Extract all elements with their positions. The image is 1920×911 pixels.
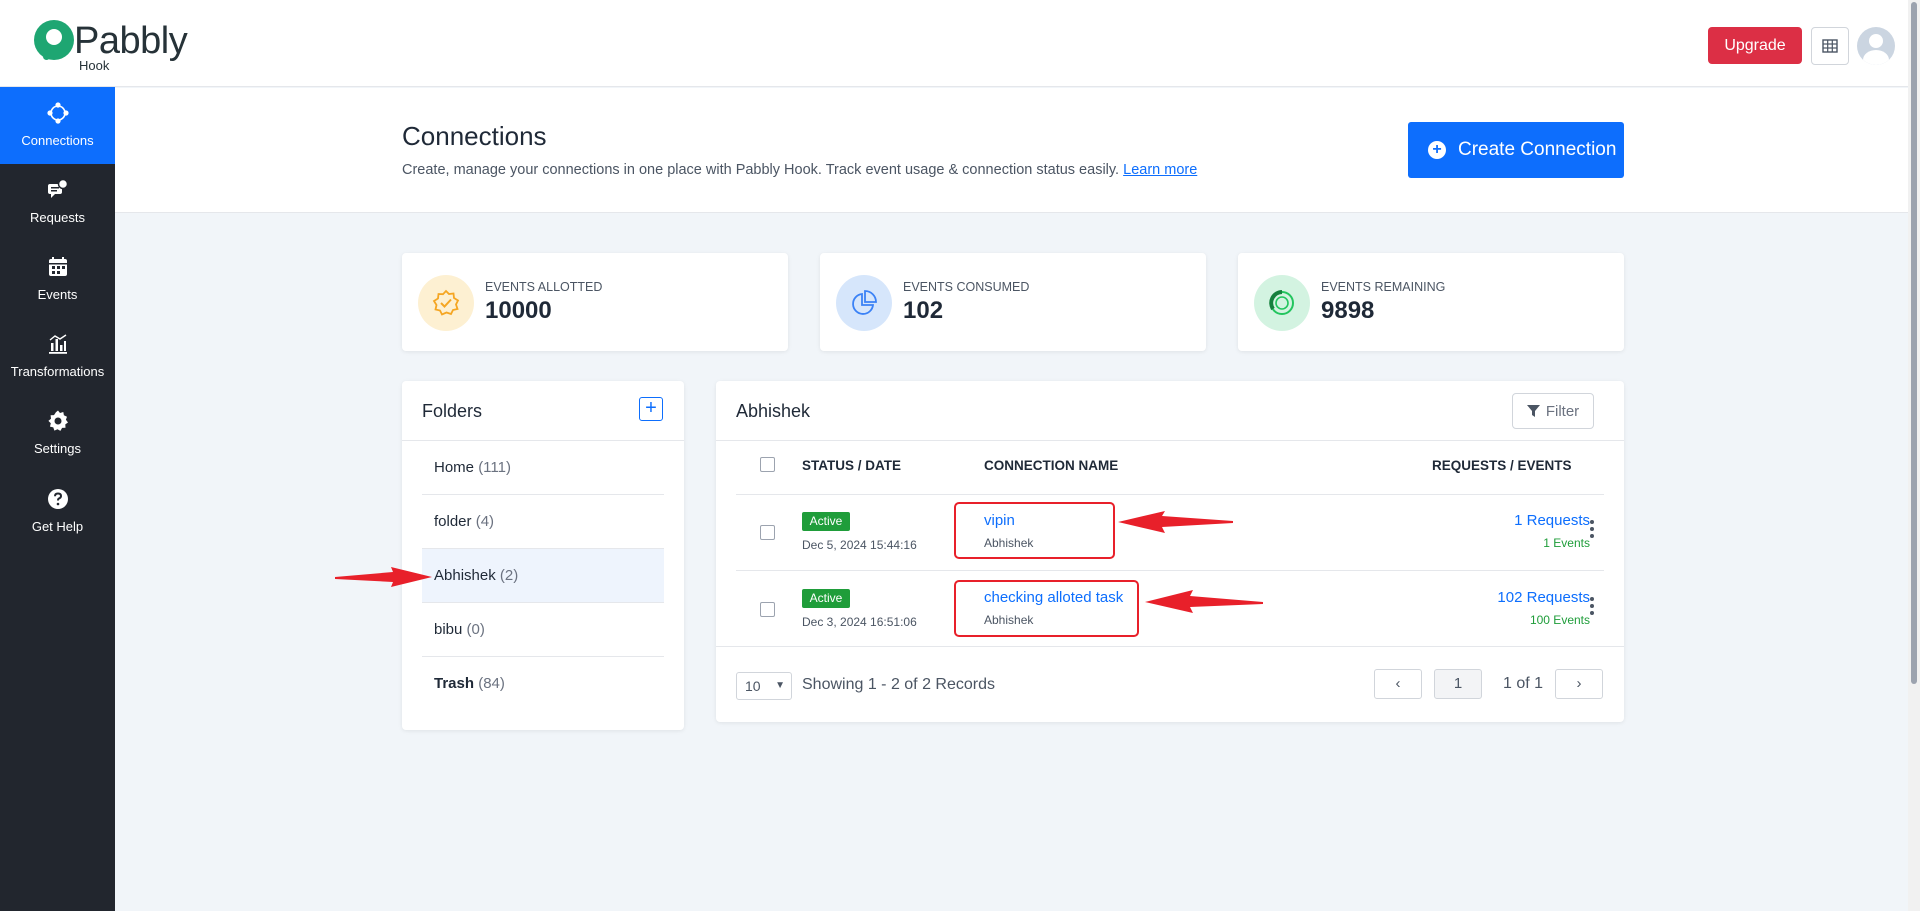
arrow-icon [1145,590,1263,613]
page-scrollbar[interactable] [1908,0,1920,911]
annotation-arrows [335,511,1263,613]
arrow-icon [335,567,432,587]
scrollbar-thumb[interactable] [1911,2,1917,684]
arrow-icon [1118,511,1233,533]
